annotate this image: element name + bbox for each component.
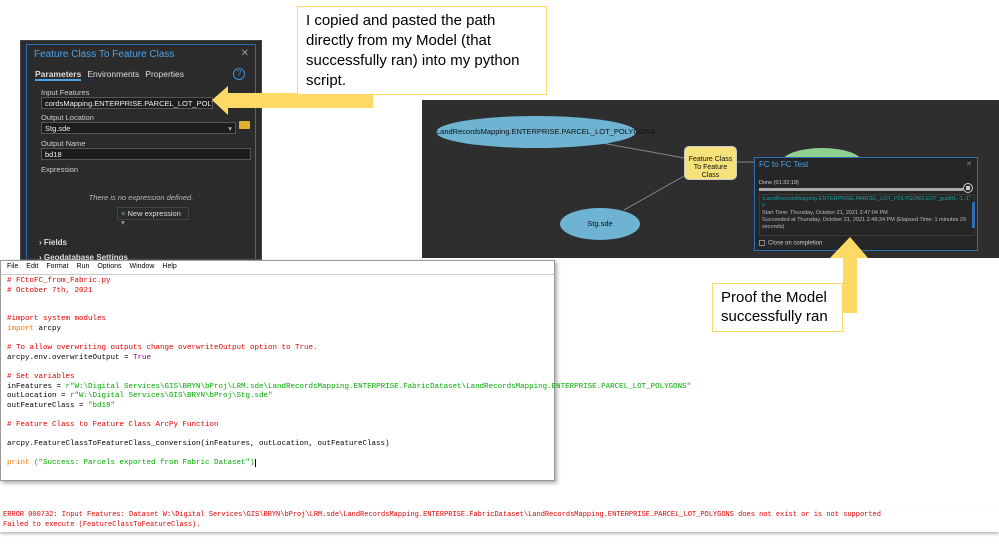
error-line: ERROR 000732: Input Features: Dataset W:… <box>3 511 881 519</box>
callout-bottom: Proof the Model successfully ran <box>712 283 843 332</box>
callout-top: I copied and pasted the path directly fr… <box>297 6 547 95</box>
error-line: Failed to execute (FeatureClassToFeature… <box>3 520 201 529</box>
error-output: ERROR 000732: Input Features: Dataset W:… <box>0 510 999 532</box>
